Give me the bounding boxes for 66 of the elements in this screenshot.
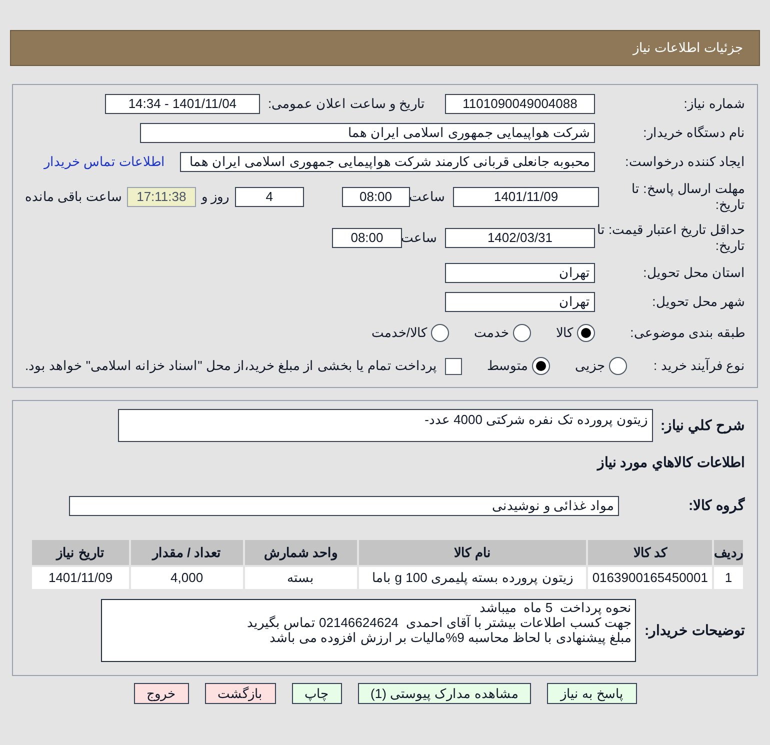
column-header: تعداد / مقدار [131, 540, 243, 565]
radio-button[interactable] [513, 324, 531, 342]
table-cell: زیتون پرورده بسته پلیمری 100 g باما [358, 567, 586, 589]
action-button[interactable]: بازگشت [204, 683, 276, 704]
section-title: اطلاعات کالاهاي مورد نياز [596, 453, 745, 473]
field-label: استان محل تحویل: [642, 264, 745, 282]
column-header: ردیف [714, 540, 743, 565]
group-field: مواد غذائی و نوشیدنی [69, 496, 619, 516]
contact-link[interactable]: اطلاعات تماس خریدار [44, 152, 165, 172]
radio-button[interactable] [431, 324, 449, 342]
value-field: 08:00 [332, 228, 402, 248]
action-button[interactable]: خروج [134, 683, 189, 704]
radio-label: کالا [556, 324, 573, 342]
column-header: نام کالا [358, 540, 586, 565]
action-button[interactable]: چاپ [292, 683, 342, 704]
radio-label: کالا/خدمت [371, 324, 427, 342]
value-field: محبوبه جانعلی قربانی کارمند شرکت هواپیمایی جمهوری اسلامی ایران هما [180, 152, 595, 172]
value-field: تهران [445, 292, 595, 312]
summary-field: زیتون پرورده تک نفره شرکتی 4000 عدد- [118, 409, 653, 442]
field-label: تاریخ و ساعت اعلان عمومی: [268, 95, 425, 114]
section-label: توضیحات خریدار: [644, 621, 745, 641]
table-cell: 4,000 [131, 567, 243, 589]
page-title: جزئیات اطلاعات نیاز [632, 39, 743, 58]
value-field: 1402/03/31 [445, 228, 595, 248]
field-label: ساعت [410, 188, 445, 206]
value-field: 1101090049004088 [445, 94, 595, 114]
radio-label: خدمت [474, 324, 509, 342]
note-line: نحوه پرداخت 5 ماه میباشد [478, 600, 632, 615]
field-label: روز و [202, 188, 230, 206]
field-label: شماره نیاز: [682, 95, 745, 114]
field-label: ساعت [402, 229, 437, 248]
field-label: شهر محل تحویل: [651, 293, 745, 312]
value-field: 4 [235, 187, 304, 207]
field-label: ایجاد کننده درخواست: [624, 153, 745, 172]
field-label: نوع فرآیند خرید : [652, 356, 745, 376]
table-cell: 1401/11/09 [32, 567, 130, 589]
field-label: ساعت باقی مانده [25, 188, 122, 206]
section-label: گروه کالا: [687, 496, 745, 516]
field-label: نام دستگاه خریدار: [642, 124, 745, 142]
column-header: واحد شمارش [244, 540, 357, 565]
radio-label: متوسط [487, 357, 528, 376]
value-field: تهران [445, 263, 595, 283]
radio-button[interactable] [577, 324, 595, 342]
action-button[interactable]: مشاهده مدارک پیوستی (1) [358, 683, 532, 704]
value-field: 08:00 [342, 187, 410, 207]
radio-label: جزیی [575, 357, 606, 376]
table-cell: 1 [714, 567, 743, 589]
table-cell: 0163900165450001 [588, 567, 712, 589]
column-header: کد کالا [588, 540, 712, 565]
table-cell: بسته [244, 567, 357, 589]
field-label: طبقه بندی موضوعی: [629, 324, 745, 342]
checkbox-label: پرداخت تمام یا بخشی از مبلغ خرید،از محل "اسناد خزانه اسلامی" خواهد بود. [25, 357, 438, 376]
value-field: شرکت هواپیمایی جمهوری اسلامی ایران هما [140, 123, 595, 143]
field-label: مهلت ارسال پاسخ: تا تاریخ: [630, 181, 745, 213]
action-button[interactable]: پاسخ به نیاز [547, 683, 636, 704]
column-header: تاریخ نیاز [32, 540, 130, 565]
field-label: حداقل تاریخ اعتبار قیمت: تا تاریخ: [596, 222, 745, 254]
value-field: 1401/11/09 [452, 187, 600, 207]
section-label: شرح کلي نياز: [660, 416, 745, 436]
value-field: 1401/11/04 - 14:34 [104, 94, 260, 114]
remaining-time: 17:11:38 [127, 187, 196, 207]
checkbox[interactable] [445, 358, 462, 374]
note-line: جهت کسب اطلاعات بیشتر با آقای احمدی 02146624624 تماس بگیرید [246, 615, 632, 630]
radio-button[interactable] [532, 357, 550, 375]
note-line: مبلغ پیشنهادی با لحاظ محاسبه 9%مالیات بر ارزش افزوده می باشد [270, 630, 632, 645]
radio-button[interactable] [609, 357, 628, 375]
